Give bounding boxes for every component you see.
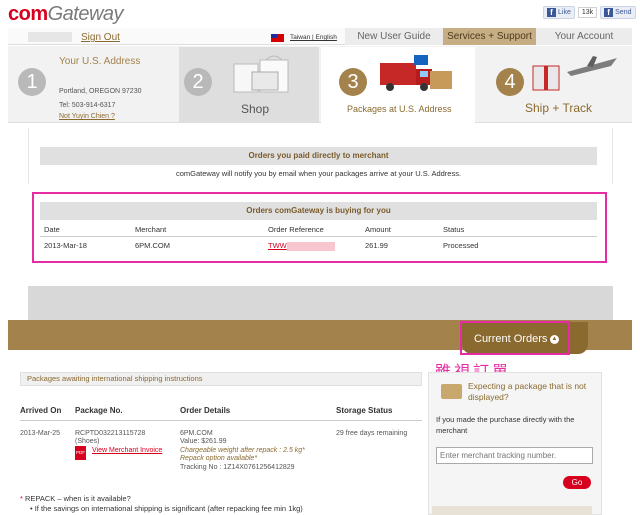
storage-status: 29 free days remaining: [336, 430, 408, 437]
taiwan-flag-icon: [271, 34, 284, 42]
nav-new-user-guide[interactable]: New User Guide: [345, 28, 443, 45]
buying-orders-header: Orders comGateway is buying for you: [40, 202, 597, 220]
col-status: Status: [443, 225, 465, 234]
table-divider: [40, 236, 597, 237]
step-3-label: Packages at U.S. Address: [347, 104, 452, 114]
decorative-strip: [432, 506, 592, 515]
direct-orders-header: Orders you paid directly to merchant: [40, 147, 597, 165]
repack-question-text: REPACK – when is it available?: [25, 494, 131, 503]
logo-gateway: Gateway: [47, 3, 124, 25]
arrived-date: 2013-Mar-25: [20, 430, 61, 437]
detail-tracking: Tracking No : 1Z14X0761256412829: [180, 464, 295, 471]
col-package-no: Package No.: [75, 406, 123, 415]
nav-services-support[interactable]: Services + Support: [443, 28, 536, 45]
pending-divider: [20, 420, 422, 421]
logo-com: com: [8, 3, 48, 25]
detail-value: Value: $261.99: [180, 438, 227, 445]
package-icon: [441, 384, 462, 399]
step-2-number: 2: [184, 68, 212, 96]
delivery-truck-icon: [380, 55, 452, 91]
repack-bullet: • If the savings on international shippi…: [30, 504, 303, 513]
col-date: Date: [44, 225, 60, 234]
plane-gift-icon: [532, 56, 617, 91]
order-reference-prefix: TWW: [268, 241, 287, 250]
pdf-icon: PDF: [75, 446, 86, 460]
order-amount: 261.99: [365, 241, 388, 250]
facebook-icon: f: [547, 8, 556, 17]
package-type: (Shoes): [75, 438, 100, 445]
go-button[interactable]: Go: [563, 476, 591, 489]
detail-weight: Chargeable weight after repack : 2.5 kg*: [180, 447, 305, 454]
comgateway-logo[interactable]: comGateway: [8, 3, 124, 26]
like-label: Like: [558, 9, 571, 16]
pending-packages-header: Packages awaiting international shipping…: [20, 372, 422, 386]
facebook-send-button[interactable]: f Send: [600, 6, 636, 19]
order-status: Processed: [443, 241, 479, 250]
col-storage-status: Storage Status: [336, 406, 393, 415]
language-selector[interactable]: Taiwan | English: [290, 34, 337, 41]
package-number: RCPTD032213115728: [75, 430, 146, 437]
grey-band: [28, 286, 613, 320]
repack-bullet-text: If the savings on international shipping…: [34, 504, 303, 513]
order-reference-link[interactable]: TWW: [268, 241, 335, 251]
view-invoice-link[interactable]: View Merchant Invoice: [92, 447, 162, 454]
facebook-icon: f: [604, 8, 614, 17]
address-tel: Tel: 503-914-6317: [59, 102, 116, 109]
highlight-box-current-orders: [460, 321, 570, 355]
expecting-help: If you made the purchase directly with t…: [436, 415, 575, 435]
col-amount: Amount: [365, 225, 391, 234]
asterisk: *: [20, 494, 23, 503]
expecting-title: Expecting a package that is not displaye…: [468, 381, 587, 402]
col-order-details: Order Details: [180, 406, 231, 415]
order-date: 2013-Mar-18: [44, 241, 87, 250]
step-3-number: 3: [339, 68, 367, 96]
address-city: Portland, OREGON 97230: [59, 88, 142, 95]
send-label: Send: [615, 9, 632, 16]
order-reference-redacted: [286, 241, 335, 251]
step-1-title: Your U.S. Address: [59, 56, 141, 67]
direct-orders-notice: comGateway will notify you by email when…: [175, 169, 462, 178]
col-merchant: Merchant: [135, 225, 167, 234]
step-1-number: 1: [18, 68, 46, 96]
repack-question: * REPACK – when is it available?: [20, 494, 131, 503]
nav-your-account[interactable]: Your Account: [536, 28, 632, 45]
step-4-number: 4: [496, 68, 524, 96]
detail-merchant: 6PM.COM: [180, 430, 213, 437]
col-order-reference: Order Reference: [268, 225, 324, 234]
step-4-label: Ship + Track: [525, 101, 593, 115]
merchant-tracking-input[interactable]: [436, 447, 593, 464]
order-merchant: 6PM.COM: [135, 241, 171, 250]
username-redacted: [28, 32, 72, 42]
sign-out-link[interactable]: Sign Out: [81, 32, 120, 43]
shopping-bags-icon: [233, 55, 289, 93]
step-2-label: Shop: [241, 102, 270, 116]
social-buttons: f Like 13k f Send: [543, 6, 636, 19]
facebook-like-button[interactable]: f Like: [543, 6, 575, 19]
not-user-link[interactable]: Not Yuyin Chien ?: [59, 113, 115, 120]
like-count: 13k: [577, 7, 598, 18]
detail-repack: Repack option available*: [180, 455, 258, 462]
col-arrived-on: Arrived On: [20, 406, 62, 415]
